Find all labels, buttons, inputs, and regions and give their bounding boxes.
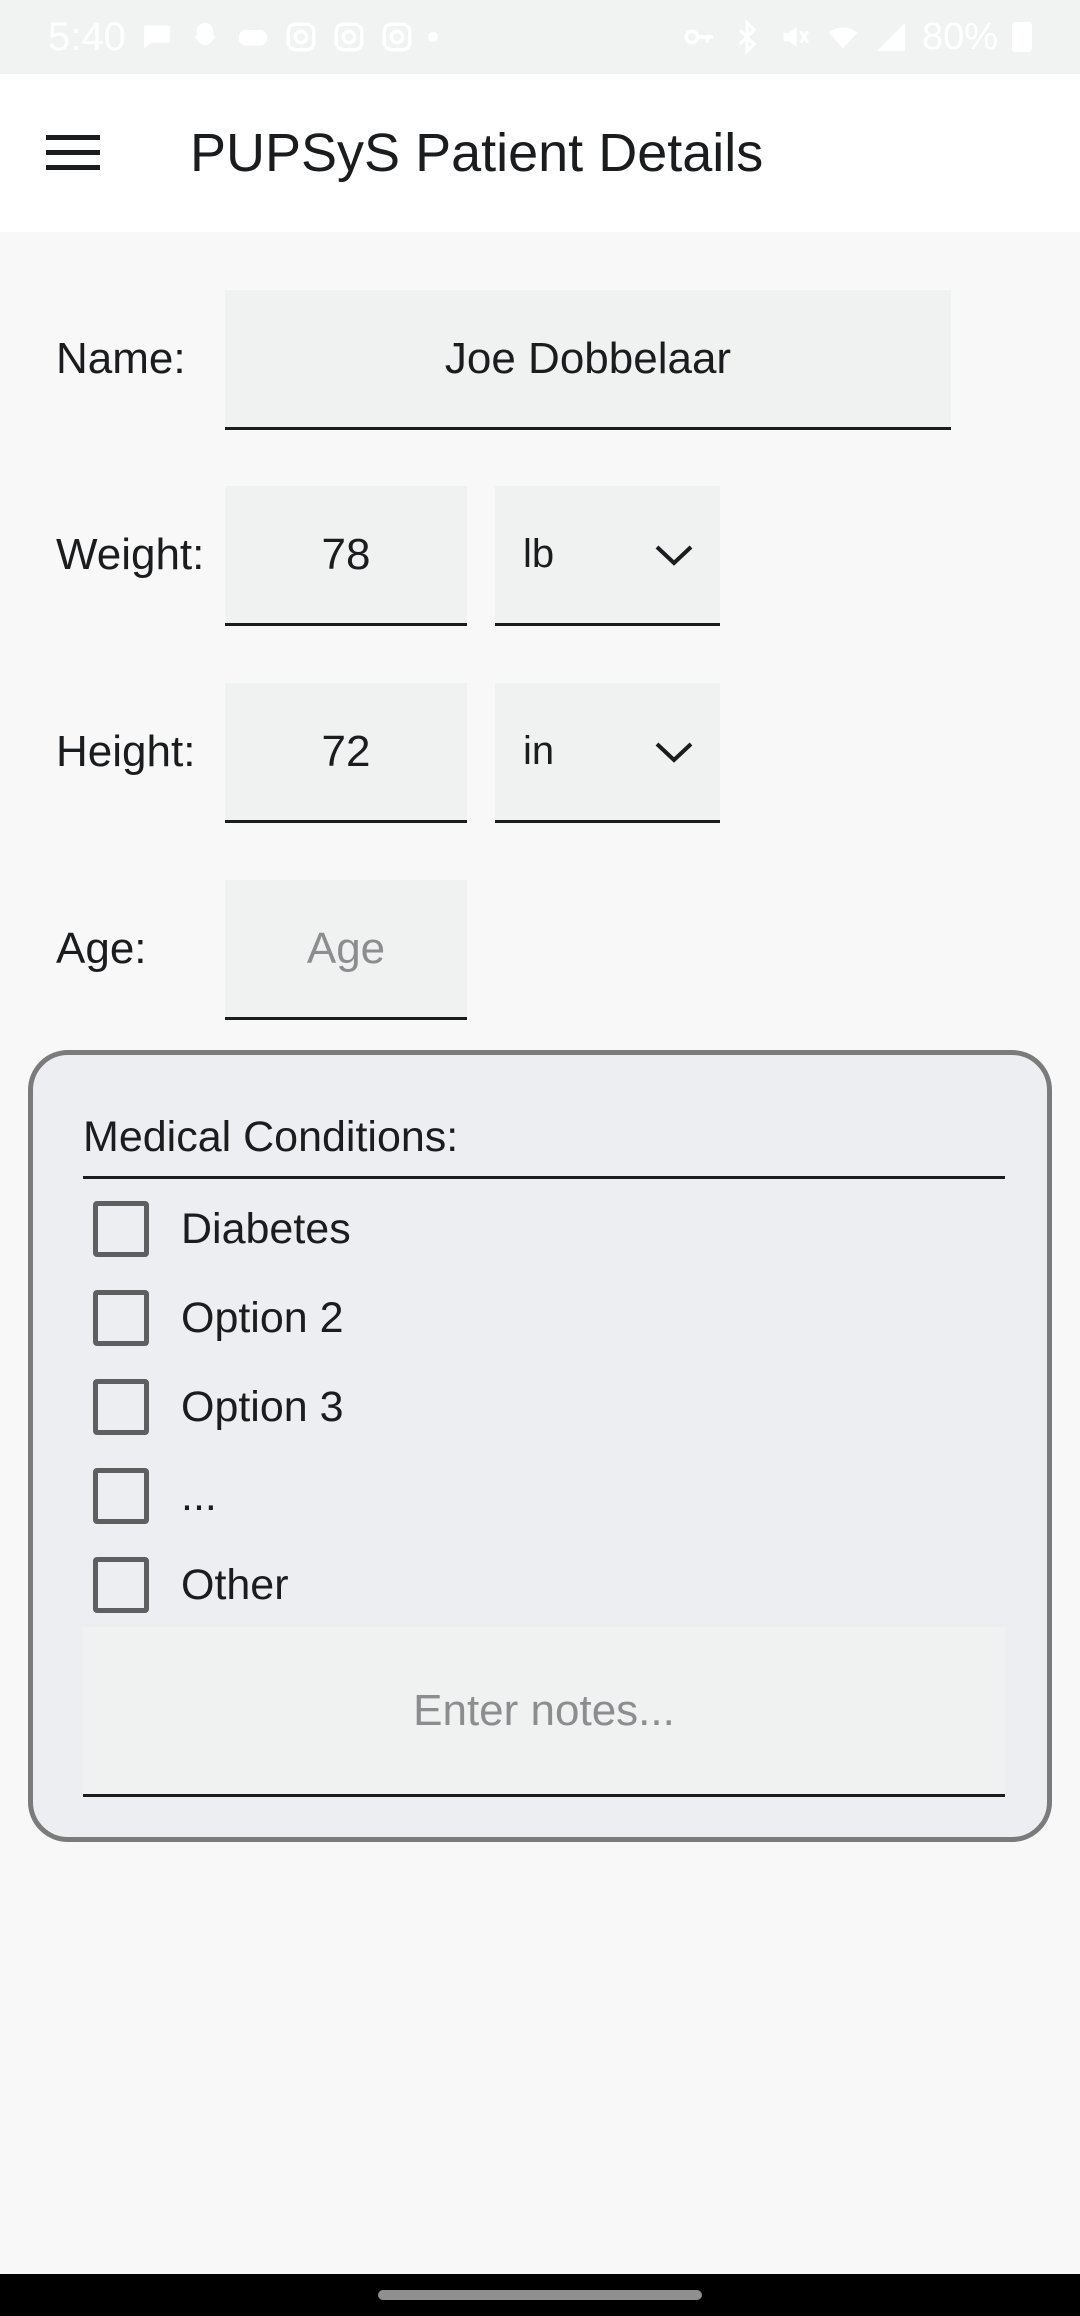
weight-value: 78 — [321, 529, 371, 579]
condition-label: Option 2 — [181, 1293, 344, 1342]
snapchat-icon — [193, 22, 217, 46]
condition-item-option-3[interactable]: Option 3 — [93, 1375, 344, 1439]
name-label: Name: — [56, 334, 186, 383]
checkbox[interactable] — [93, 1468, 149, 1524]
battery-icon — [1012, 22, 1032, 52]
signal-icon — [876, 22, 906, 52]
chevron-down-icon — [655, 742, 693, 763]
condition-label: Diabetes — [181, 1204, 351, 1253]
name-field[interactable]: Joe Dobbelaar — [225, 290, 951, 430]
age-placeholder: Age — [306, 923, 386, 973]
age-field[interactable]: Age — [225, 880, 467, 1020]
status-left: 5:40 — [48, 15, 438, 60]
wifi-icon — [828, 27, 858, 49]
key-icon — [684, 29, 714, 45]
condition-item-more[interactable]: ... — [93, 1464, 217, 1528]
medical-conditions-title: Medical Conditions: — [83, 1113, 1005, 1179]
more-notifications-dot — [427, 32, 438, 42]
chat-icon — [144, 25, 170, 49]
notes-input[interactable]: Enter notes... — [83, 1627, 1005, 1797]
menu-icon — [46, 135, 100, 170]
condition-item-other[interactable]: Other — [93, 1553, 289, 1617]
status-right: 80% — [682, 16, 1032, 59]
name-value: Joe Dobbelaar — [444, 333, 732, 383]
checkbox[interactable] — [93, 1557, 149, 1613]
checkbox[interactable] — [93, 1290, 149, 1346]
height-field[interactable]: 72 — [225, 683, 467, 823]
height-unit-select[interactable]: in — [495, 683, 720, 823]
condition-label: Other — [181, 1560, 289, 1609]
mute-icon — [783, 27, 809, 47]
page-title: PUPSyS Patient Details — [190, 123, 764, 183]
height-value: 72 — [321, 726, 371, 776]
weight-unit-value: lb — [523, 532, 555, 576]
medical-conditions-panel: Medical Conditions: Diabetes Option 2 Op… — [28, 1050, 1052, 1842]
chevron-down-icon — [655, 545, 693, 566]
condition-item-diabetes[interactable]: Diabetes — [93, 1197, 351, 1261]
bluetooth-icon — [738, 20, 757, 54]
height-unit-value: in — [523, 729, 555, 773]
instagram-icon — [382, 22, 412, 52]
weight-field[interactable]: 78 — [225, 486, 467, 626]
checkbox[interactable] — [93, 1201, 149, 1257]
weight-label: Weight: — [56, 530, 205, 579]
home-gesture-handle[interactable] — [378, 2290, 702, 2300]
checkbox[interactable] — [93, 1379, 149, 1435]
notes-placeholder: Enter notes... — [413, 1685, 675, 1735]
app-bar: PUPSyS Patient Details — [0, 74, 1080, 232]
height-label: Height: — [56, 727, 196, 776]
condition-item-option-2[interactable]: Option 2 — [93, 1286, 344, 1350]
status-bar: 5:40 80% — [0, 0, 1080, 74]
instagram-icon — [286, 22, 316, 52]
weight-unit-select[interactable]: lb — [495, 486, 720, 626]
battery-percent: 80% — [921, 15, 998, 58]
game-icon — [238, 29, 268, 46]
instagram-icon — [334, 22, 364, 52]
age-label: Age: — [56, 924, 147, 973]
status-time: 5:40 — [48, 14, 126, 59]
condition-label: ... — [181, 1471, 217, 1520]
menu-button[interactable] — [18, 98, 128, 208]
condition-label: Option 3 — [181, 1382, 344, 1431]
